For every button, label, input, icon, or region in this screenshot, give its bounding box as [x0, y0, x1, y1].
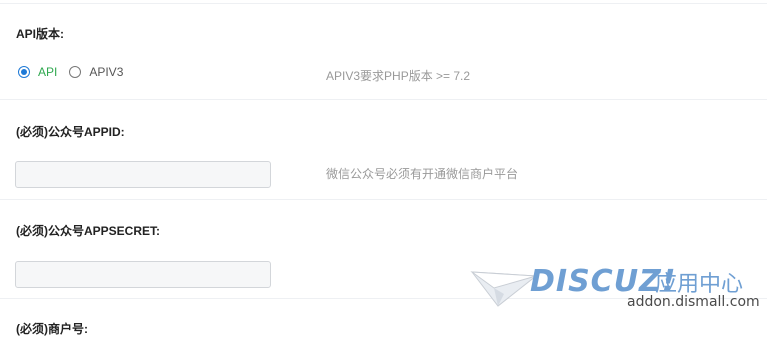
appsecret-input[interactable]	[15, 261, 271, 288]
watermark-url: addon.dismall.com	[627, 294, 760, 310]
appid-input[interactable]	[15, 161, 271, 188]
section-divider	[0, 99, 767, 100]
api-version-radio-group: API APIV3	[18, 64, 135, 80]
section-divider	[0, 199, 767, 200]
watermark: DISCUZ! 应用中心 addon.dismall.com	[470, 264, 760, 320]
top-divider	[0, 3, 767, 4]
appid-label: (必须)公众号APPID:	[16, 125, 125, 139]
api-version-hint: APIV3要求PHP版本 >= 7.2	[326, 69, 471, 83]
api-version-label: API版本:	[16, 27, 65, 41]
apiv3-radio[interactable]	[69, 66, 82, 78]
apiv3-radio-label[interactable]: APIV3	[89, 65, 123, 79]
appsecret-label: (必须)公众号APPSECRET:	[16, 224, 161, 238]
api-radio[interactable]	[18, 66, 30, 78]
api-radio-label[interactable]: API	[38, 65, 57, 79]
appid-hint: 微信公众号必须有开通微信商户平台	[326, 167, 519, 181]
merchant-id-label: (必须)商户号:	[16, 322, 88, 336]
